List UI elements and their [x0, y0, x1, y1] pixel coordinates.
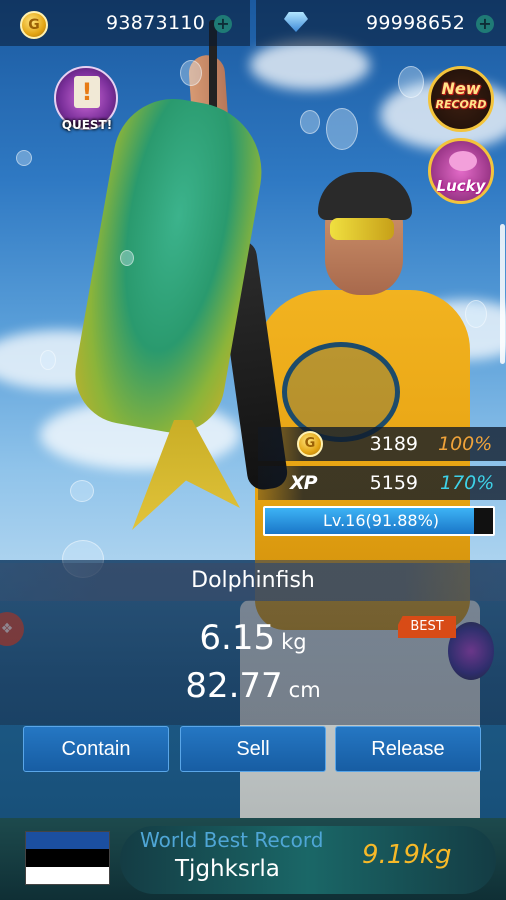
world-best-holder: Tjghksrla [175, 856, 280, 882]
lucky-label: Lucky [436, 177, 486, 195]
flag-band-bottom [26, 866, 109, 884]
lucky-fish-icon [449, 151, 477, 171]
country-flag [25, 831, 110, 885]
weight-unit: kg [281, 630, 307, 654]
add-coins-plus-icon[interactable]: + [214, 15, 232, 33]
water-drop [180, 60, 202, 86]
xp-icon: XP [290, 472, 318, 494]
new-record-line1: New [441, 79, 481, 98]
coin-reward-icon: G [297, 431, 323, 457]
level-progress-bar: Lv.16(91.88%) [263, 506, 495, 536]
quest-label: QUEST! [61, 118, 113, 132]
coin-reward-value: 3189 [369, 433, 418, 455]
flag-band-top [26, 832, 109, 850]
water-drop [70, 480, 94, 502]
add-gems-plus-icon[interactable]: + [476, 15, 494, 33]
fish-name: Dolphinfish [191, 568, 315, 593]
sell-button[interactable]: Sell [180, 726, 326, 772]
length-unit: cm [288, 678, 321, 702]
water-drop [16, 150, 32, 166]
level-progress-label: Lv.16(91.88%) [322, 511, 440, 530]
water-drop [40, 350, 56, 370]
water-drop [398, 66, 424, 98]
edge-scroll-hint [500, 224, 505, 364]
coin-balance: 93873110 [106, 12, 206, 34]
new-record-icon[interactable]: New RECORD [428, 66, 494, 132]
world-best-title: World Best Record [140, 828, 324, 852]
length-value: 82.77 [185, 666, 283, 706]
water-drop [465, 300, 487, 328]
world-best-value: 9.19kg [362, 840, 452, 870]
best-record-tag: BEST [398, 616, 456, 638]
xp-bonus-percent: 170% [440, 472, 495, 494]
water-drop [326, 108, 358, 150]
new-record-line2: RECORD [435, 98, 487, 111]
flag-band-middle [26, 849, 109, 867]
water-drop [120, 250, 134, 266]
water-drop [300, 110, 320, 134]
xp-reward-value: 5159 [369, 472, 418, 494]
gem-balance: 99998652 [366, 12, 466, 34]
length-row: 82.77 cm [0, 666, 506, 706]
cloud [250, 40, 370, 90]
quest-icon: ! [74, 76, 100, 108]
coin-icon: G [20, 11, 48, 39]
coin-bonus-percent: 100% [438, 433, 493, 455]
angler-sunglasses [330, 218, 394, 240]
weight-value: 6.15 [199, 618, 276, 658]
contain-button[interactable]: Contain [23, 726, 169, 772]
release-button[interactable]: Release [335, 726, 481, 772]
lucky-icon[interactable]: Lucky [428, 138, 494, 204]
